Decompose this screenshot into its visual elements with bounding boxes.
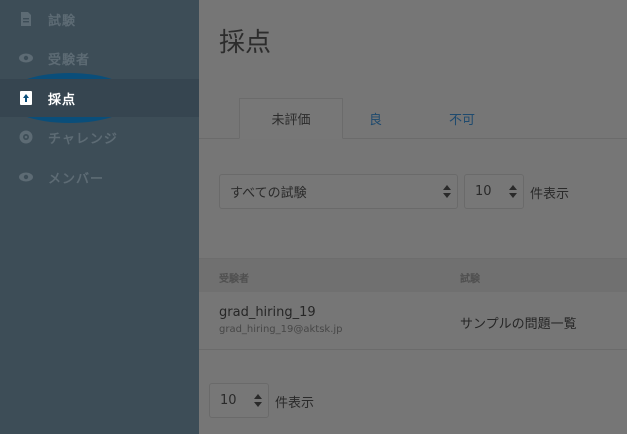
sidebar-item-label: チャレンジ	[48, 131, 118, 147]
page-title: 採点	[219, 28, 272, 58]
sidebar-item-label: メンバー	[48, 171, 105, 187]
column-header-candidate: 受験者	[219, 274, 249, 285]
sidebar: 試験 受験者 採点 チャレンジ メンバー	[0, 0, 199, 434]
select-arrows-icon	[509, 184, 517, 200]
candidate-email: grad_hiring_19@aktsk.jp	[219, 324, 343, 335]
sidebar-item-label: 受験者	[48, 52, 91, 68]
column-header-exam: 試験	[460, 274, 480, 285]
exam-filter-select[interactable]: すべての試験	[219, 174, 458, 209]
select-arrows-icon	[443, 184, 451, 200]
exam-name: サンプルの問題一覧	[460, 317, 577, 332]
table-header: 受験者 試験	[199, 258, 627, 292]
per-page-value: 10	[220, 393, 237, 408]
eye-icon	[19, 170, 33, 184]
tab-fail[interactable]: 不可	[449, 98, 475, 139]
exam-filter-value: すべての試験	[230, 186, 307, 201]
footer-per-page-select[interactable]: 10	[209, 383, 269, 418]
target-icon	[19, 130, 33, 144]
select-arrows-icon	[254, 393, 262, 409]
sidebar-item-exams[interactable]: 試験	[0, 0, 199, 38]
per-page-value: 10	[475, 184, 492, 199]
tab-unrated[interactable]: 未評価	[239, 98, 343, 139]
sidebar-item-members[interactable]: メンバー	[0, 158, 199, 196]
document-icon	[19, 12, 33, 26]
eye-icon	[19, 51, 33, 65]
candidate-name[interactable]: grad_hiring_19	[219, 305, 316, 320]
table-row[interactable]: grad_hiring_19 grad_hiring_19@aktsk.jp サ…	[199, 292, 627, 350]
per-page-select[interactable]: 10	[464, 174, 524, 209]
tab-good[interactable]: 良	[369, 98, 382, 139]
main-content: 採点 未評価 良 不可 すべての試験 10 件表示 受験者 試験 grad_hi…	[199, 0, 627, 434]
per-page-label: 件表示	[530, 187, 570, 202]
sidebar-item-challenge[interactable]: チャレンジ	[0, 118, 199, 156]
footer-per-page-label: 件表示	[275, 396, 315, 411]
sidebar-item-grading[interactable]: 採点	[0, 79, 199, 117]
tab-bar: 未評価 良 不可	[199, 98, 627, 139]
upload-doc-icon	[19, 91, 33, 105]
sidebar-item-label: 試験	[48, 13, 77, 29]
sidebar-item-candidates[interactable]: 受験者	[0, 39, 199, 77]
sidebar-item-label: 採点	[48, 92, 77, 108]
